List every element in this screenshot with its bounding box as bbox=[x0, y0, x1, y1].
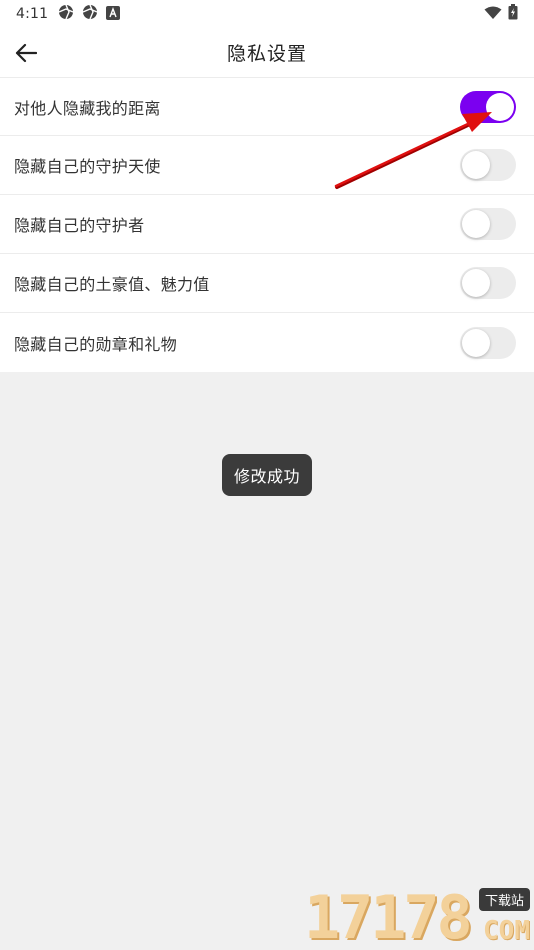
settings-row-hide-guardian-angel: 隐藏自己的守护天使 bbox=[0, 136, 534, 195]
app-header: 隐私设置 bbox=[0, 28, 534, 78]
arrow-left-icon bbox=[15, 43, 37, 63]
aperture-icon bbox=[82, 4, 98, 24]
watermark-digits: 17178 bbox=[304, 883, 473, 950]
settings-row-hide-medals-gifts: 隐藏自己的勋章和礼物 bbox=[0, 313, 534, 372]
watermark-badge: 下载站 bbox=[478, 888, 530, 911]
toast-message: 修改成功 bbox=[222, 454, 312, 496]
toggle-knob bbox=[486, 92, 514, 121]
hide-wealth-charm-toggle[interactable] bbox=[460, 267, 516, 299]
status-time: 4:11 bbox=[16, 6, 49, 22]
screen: 4:11 隐私设置 对他人隐藏我的距离 隐藏自己的守护天使 隐藏自己的守护者 隐… bbox=[0, 0, 534, 950]
toggle-knob bbox=[462, 151, 490, 179]
settings-row-hide-wealth-charm: 隐藏自己的土豪值、魅力值 bbox=[0, 254, 534, 313]
setting-label: 隐藏自己的勋章和礼物 bbox=[14, 334, 178, 354]
hide-guardian-toggle[interactable] bbox=[460, 208, 516, 240]
settings-list: 对他人隐藏我的距离 隐藏自己的守护天使 隐藏自己的守护者 隐藏自己的土豪值、魅力… bbox=[0, 78, 534, 372]
back-button[interactable] bbox=[10, 37, 42, 69]
toggle-knob bbox=[462, 210, 490, 238]
setting-label: 对他人隐藏我的距离 bbox=[14, 98, 161, 118]
hide-guardian-angel-toggle[interactable] bbox=[460, 149, 516, 181]
hide-distance-toggle[interactable] bbox=[460, 90, 516, 123]
setting-label: 隐藏自己的守护者 bbox=[14, 216, 145, 235]
settings-row-hide-distance: 对他人隐藏我的距离 bbox=[0, 78, 534, 136]
status-bar: 4:11 bbox=[0, 0, 534, 28]
watermark-logo: 17178 下载站 COM bbox=[304, 888, 534, 950]
hide-medals-gifts-toggle[interactable] bbox=[460, 326, 516, 359]
setting-label: 隐藏自己的土豪值、魅力值 bbox=[14, 275, 210, 294]
setting-label: 隐藏自己的守护天使 bbox=[14, 157, 161, 176]
page-title: 隐私设置 bbox=[226, 43, 307, 65]
toggle-knob bbox=[462, 269, 490, 297]
toggle-knob bbox=[462, 328, 490, 357]
settings-row-hide-guardian: 隐藏自己的守护者 bbox=[0, 195, 534, 254]
status-right bbox=[484, 4, 518, 24]
aperture-icon bbox=[58, 4, 74, 24]
battery-icon bbox=[508, 4, 518, 24]
font-a-icon bbox=[106, 5, 121, 24]
wifi-icon bbox=[484, 5, 502, 24]
watermark-suffix: COM bbox=[483, 916, 530, 946]
